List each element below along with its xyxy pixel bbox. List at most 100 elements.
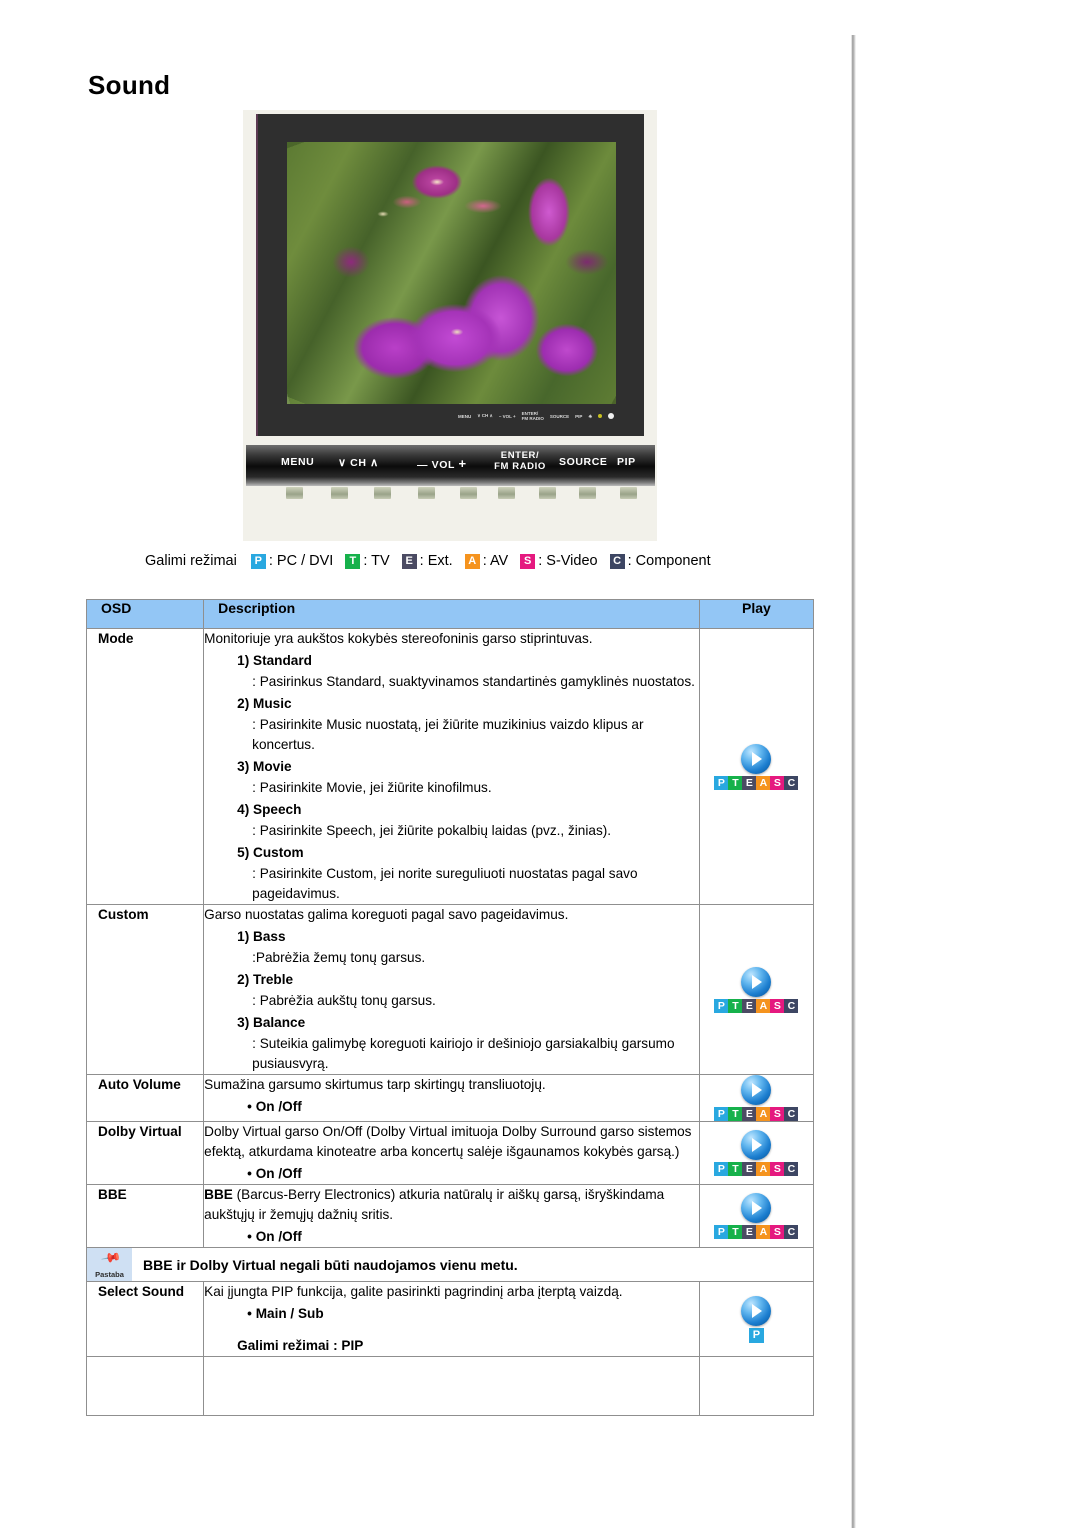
button-ch[interactable]: ∨ CH ∧ xyxy=(338,456,379,469)
page-vertical-rule xyxy=(851,35,856,1528)
osd-label-vol: – VOL + xyxy=(498,413,516,419)
button-source[interactable]: SOURCE xyxy=(559,456,608,468)
pushpin-icon: 📌 xyxy=(100,1246,123,1269)
osd-label-source: SOURCE xyxy=(549,413,570,419)
mode-lead-text: Monitoriuje yra aukštos kokybės stereofo… xyxy=(204,631,593,646)
partial-cell-osd xyxy=(85,1356,205,1416)
note-pastaba-icon: 📌 Pastaba xyxy=(87,1246,132,1281)
legend-text-component: : Component xyxy=(627,553,711,569)
description-custom: Garso nuostatas galima koreguoti pagal s… xyxy=(203,904,700,1075)
dolby-virtual-lead-text: Dolby Virtual garso On/Off (Dolby Virtua… xyxy=(204,1124,692,1159)
bbe-bullet: • On /Off xyxy=(247,1229,302,1244)
mode-item-5-desc: : Pasirinkite Custom, jei norite suregul… xyxy=(252,866,638,901)
play-icon[interactable] xyxy=(741,966,772,997)
mode-badge-p: P xyxy=(714,775,729,790)
page-title: Sound xyxy=(88,70,171,100)
bbe-strong: BBE xyxy=(204,1187,233,1202)
legend-text-ext: : Ext. xyxy=(419,553,453,569)
play-stack[interactable]: P T E A S C xyxy=(714,966,799,1013)
mode-badge-c: C xyxy=(609,553,625,569)
play-icon[interactable] xyxy=(741,743,772,774)
mode-badge-p: P xyxy=(714,998,729,1013)
mode-badge-t: T xyxy=(728,998,743,1013)
sensor-dot-icon xyxy=(608,413,615,419)
mode-badge-p: P xyxy=(714,1162,729,1176)
monitor-bezel: MENU ∨ CH ∧ – VOL + ENTER/FM RADIO SOURC… xyxy=(256,114,644,436)
play-stack[interactable]: P T E A S C xyxy=(714,743,799,790)
osd-name-select-sound: Select Sound xyxy=(85,1281,205,1357)
mode-badge-a: A xyxy=(464,553,480,569)
mode-badge-s: S xyxy=(770,998,785,1013)
custom-item-2-desc: : Pabrėžia aukštų tonų garsus. xyxy=(252,993,436,1008)
osd-label-ch: ∨ CH ∧ xyxy=(477,413,493,418)
monitor-control-bar: MENU ∨ CH ∧ — VOL + ENTER/FM RADIO SOURC… xyxy=(246,445,670,486)
mode-badge-e: E xyxy=(742,1107,757,1121)
button-enter-fm-radio[interactable]: ENTER/FM RADIO xyxy=(486,450,554,472)
mode-badge-a: A xyxy=(756,775,771,790)
button-power[interactable]: ⎈ xyxy=(660,456,671,472)
play-cell-mode: P T E A S C xyxy=(698,628,815,905)
mode-badge-a: A xyxy=(756,1162,771,1176)
mode-badge-s: S xyxy=(520,553,536,569)
mode-badge-s: S xyxy=(770,1225,785,1239)
mode-badge-e: E xyxy=(742,775,757,790)
button-menu[interactable]: MENU xyxy=(281,456,314,468)
play-stack[interactable]: P xyxy=(741,1295,772,1343)
play-stack[interactable]: P T E A S C xyxy=(714,1130,799,1176)
play-icon[interactable] xyxy=(741,1193,772,1223)
mode-badges: P T E A S C xyxy=(714,775,799,790)
legend-item-pc-dvi: P : PC / DVI xyxy=(250,553,334,569)
available-modes-legend: Galimi režimai P : PC / DVI T : TV E : E… xyxy=(145,553,723,569)
monitor-illustration: MENU ∨ CH ∧ – VOL + ENTER/FM RADIO SOURC… xyxy=(243,110,670,541)
osd-label-power: ⎈ xyxy=(588,413,593,419)
note-cell: 📌 Pastaba BBE ir Dolby Virtual negali bū… xyxy=(86,1246,814,1282)
mode-badge-t: T xyxy=(728,1107,743,1121)
button-vol[interactable]: — VOL + xyxy=(417,456,467,471)
foot-5 xyxy=(460,487,477,499)
column-header-description: Description xyxy=(203,599,700,629)
select-sound-lead-text: Kai įjungta PIP funkcija, galite pasirin… xyxy=(204,1284,623,1299)
auto-volume-bullet: • On /Off xyxy=(247,1099,302,1114)
mode-item-1-desc: : Pasirinkus Standard, suaktyvinamos sta… xyxy=(252,674,695,689)
mode-badge-e: E xyxy=(742,998,757,1013)
play-stack[interactable]: P T E A S C xyxy=(714,1193,799,1239)
table-row: Dolby Virtual Dolby Virtual garso On/Off… xyxy=(85,1121,815,1185)
custom-lead-text: Garso nuostatas galima koreguoti pagal s… xyxy=(204,907,569,922)
play-icon[interactable] xyxy=(741,1075,772,1105)
legend-text-pc-dvi: : PC / DVI xyxy=(268,553,334,569)
play-icon[interactable] xyxy=(741,1130,772,1160)
description-bbe: BBE (Barcus-Berry Electronics) atkuria n… xyxy=(203,1184,700,1248)
mode-item-2-desc: : Pasirinkite Music nuostatą, jei žiūrit… xyxy=(252,717,644,752)
foot-1 xyxy=(286,487,303,499)
play-stack[interactable]: P T E A S C xyxy=(714,1075,799,1121)
bbe-lead-line: BBE (Barcus-Berry Electronics) atkuria n… xyxy=(204,1185,699,1225)
legend-label: Galimi režimai xyxy=(145,553,237,569)
partial-cell-description xyxy=(203,1356,700,1416)
osd-label-enter: ENTER/FM RADIO xyxy=(521,411,544,421)
mode-badge-s: S xyxy=(770,1162,785,1176)
custom-item-2-title: 2) Treble xyxy=(237,972,294,987)
monitor-front-labels: MENU ∨ CH ∧ – VOL + ENTER/FM RADIO SOURC… xyxy=(458,409,634,423)
auto-volume-lead-text: Sumažina garsumo skirtumus tarp skirting… xyxy=(204,1077,546,1092)
legend-item-s-video: S : S-Video xyxy=(520,553,598,569)
mode-badge-e: E xyxy=(742,1162,757,1176)
description-auto-volume: Sumažina garsumo skirtumus tarp skirting… xyxy=(203,1074,700,1122)
osd-name-auto-volume: Auto Volume xyxy=(85,1074,205,1122)
note-text: BBE ir Dolby Virtual negali būti naudoja… xyxy=(143,1256,518,1273)
play-cell-custom: P T E A S C xyxy=(698,904,815,1075)
custom-item-3-title: 3) Balance xyxy=(237,1015,306,1030)
legend-item-ext: E : Ext. xyxy=(401,553,453,569)
mode-badge-t: T xyxy=(345,553,361,569)
power-led-icon xyxy=(598,414,603,418)
mode-item-2-title: 2) Music xyxy=(237,696,292,711)
select-sound-modes: Galimi režimai : PIP xyxy=(237,1338,364,1353)
description-dolby-virtual: Dolby Virtual garso On/Off (Dolby Virtua… xyxy=(203,1121,700,1185)
legend-text-tv: : TV xyxy=(363,553,390,569)
legend-item-component: C : Component xyxy=(609,553,711,569)
mode-badges: P T E A S C xyxy=(714,998,799,1013)
button-pip[interactable]: PIP xyxy=(617,456,636,468)
legend-text-s-video: : S-Video xyxy=(538,553,598,569)
flower-photo xyxy=(287,142,616,404)
mode-badge-t: T xyxy=(728,775,743,790)
play-icon[interactable] xyxy=(741,1295,772,1326)
